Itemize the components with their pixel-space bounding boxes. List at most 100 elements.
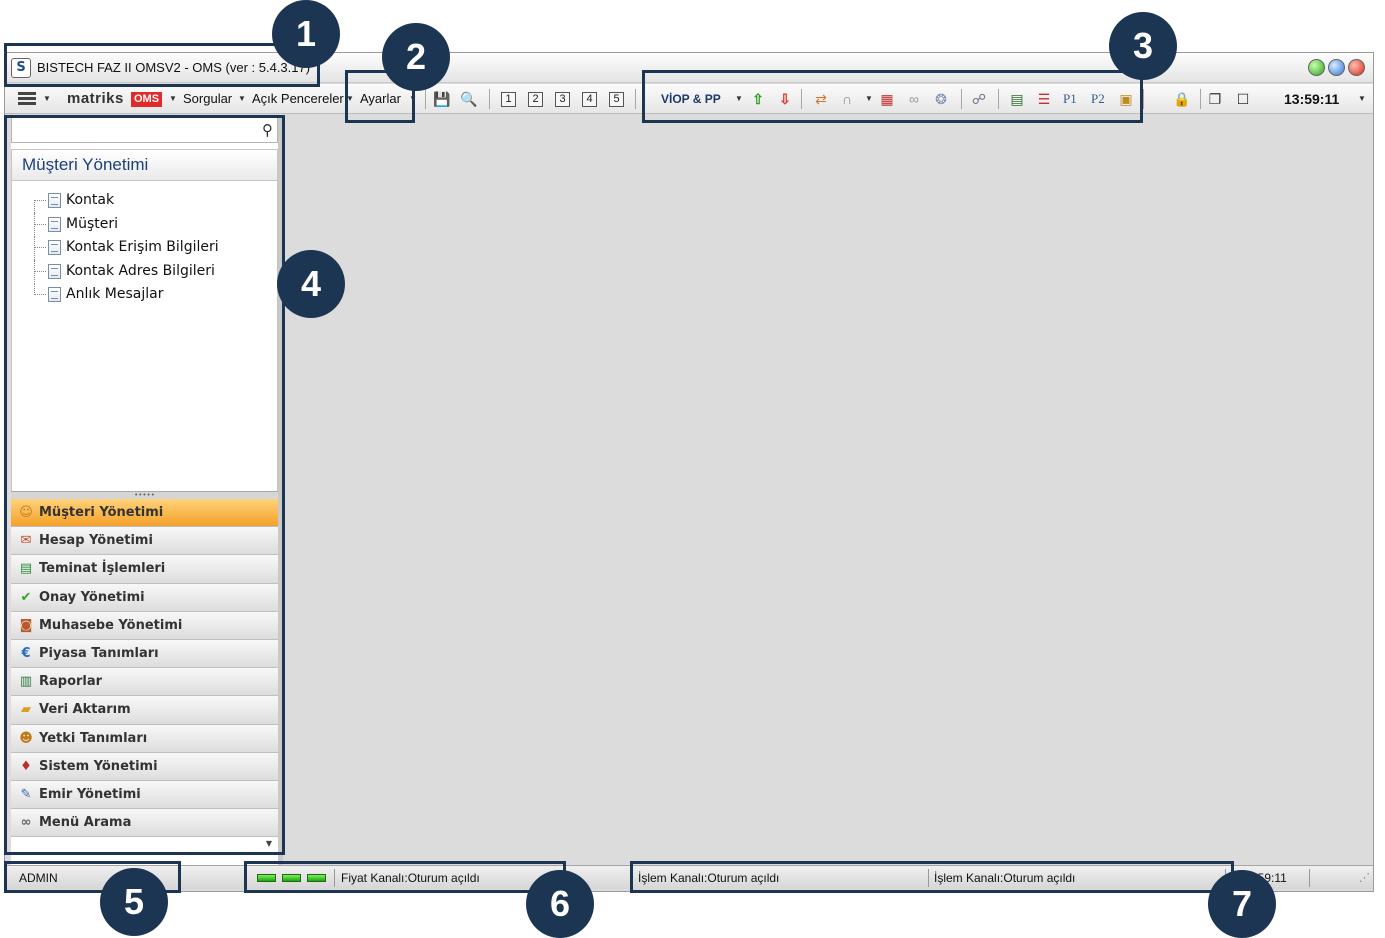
menu-search-input[interactable]: ⚲	[11, 117, 278, 143]
save-icon[interactable]: 💾	[433, 91, 450, 107]
permissions-icon: ☻	[19, 730, 33, 746]
tree-item-label: Kontak Erişim Bilgileri	[66, 239, 219, 255]
main-toolbar: ▼ matriks OMS ▼ Sorgular ▼ Açık Pencerel…	[5, 84, 1373, 114]
search-icon[interactable]: ⚲	[262, 121, 273, 139]
nav-item-label: Emir Yönetimi	[39, 786, 141, 802]
p1-button[interactable]: P1	[1063, 84, 1077, 114]
window-slot-1-button[interactable]: 1	[501, 92, 516, 107]
nav-item-onay-yonetimi[interactable]: ✔ Onay Yönetimi	[11, 583, 278, 612]
status-separator	[631, 869, 632, 887]
account-icon: ✉	[20, 533, 32, 549]
tree-item-label: Anlık Mesajlar	[66, 286, 164, 302]
status-trade-channel-1: İşlem Kanalı:Oturum açıldı	[638, 871, 780, 885]
layout-search-icon[interactable]: 🔍	[460, 91, 477, 107]
resize-grip-icon[interactable]: ⋰	[1359, 872, 1371, 884]
oms-badge: OMS	[131, 92, 163, 107]
nav-item-menu-arama[interactable]: ∞ Menü Arama	[11, 809, 278, 838]
toolbar-separator	[801, 89, 802, 109]
lock-icon[interactable]: 🔒	[1173, 91, 1190, 107]
maximize-button[interactable]	[1308, 59, 1325, 76]
chevron-down-icon[interactable]: ▼	[266, 839, 272, 848]
window-slot-3-button[interactable]: 3	[555, 92, 570, 107]
status-separator	[334, 869, 335, 887]
hamburger-menu-icon[interactable]	[18, 92, 36, 106]
chevron-down-icon[interactable]: ▼	[238, 84, 246, 114]
nav-item-veri-aktarim[interactable]: ▰ Veri Aktarım	[11, 696, 278, 725]
nav-item-label: Onay Yönetimi	[39, 589, 145, 605]
nav-item-raporlar[interactable]: ▥ Raporlar	[11, 668, 278, 697]
toolbar-separator	[635, 89, 636, 109]
tree-item-kontak-erisim-bilgileri[interactable]: Kontak Erişim Bilgileri	[12, 236, 277, 260]
nav-item-teminat-islemleri[interactable]: ▤ Teminat İşlemleri	[11, 555, 278, 584]
nav-item-label: Veri Aktarım	[39, 702, 131, 718]
tree-item-musteri[interactable]: Müşteri	[12, 212, 277, 237]
status-trade-channel-2: İşlem Kanalı:Oturum açıldı	[934, 871, 1076, 885]
chevron-down-icon[interactable]: ▼	[1358, 84, 1366, 114]
app-logo-icon: S	[11, 58, 31, 78]
window-slot-4-button[interactable]: 4	[582, 92, 597, 107]
toolbar-separator	[425, 89, 426, 109]
gear-eye-icon[interactable]: ❂	[933, 91, 949, 107]
application-window: S BISTECH FAZ II OMSV2 - OMS (ver : 5.4.…	[4, 52, 1374, 892]
nav-item-sistem-yonetimi[interactable]: ♦ Sistem Yönetimi	[11, 752, 278, 781]
tree-item-kontak-adres-bilgileri[interactable]: Kontak Adres Bilgileri	[12, 259, 277, 284]
tree-item-kontak[interactable]: Kontak	[12, 189, 277, 213]
magnet-icon[interactable]: ∩	[839, 91, 855, 107]
nav-item-label: Müşteri Yönetimi	[39, 505, 164, 520]
connection-led-icon	[307, 874, 326, 882]
tree-item-label: Müşteri	[66, 215, 118, 232]
viop-pp-menu[interactable]: VİOP & PP	[661, 84, 721, 114]
nav-item-musteri-yonetimi[interactable]: ☺ Müşteri Yönetimi	[11, 499, 278, 528]
menu-ayarlar[interactable]: Ayarlar	[360, 84, 401, 114]
window-single-icon[interactable]: ☐	[1235, 91, 1251, 107]
checklist-icon[interactable]: ☰	[1036, 91, 1052, 107]
price-board-icon[interactable]: ▤	[1009, 91, 1025, 107]
nav-item-yetki-tanimlari[interactable]: ☻ Yetki Tanımları	[11, 724, 278, 753]
panel-splitter[interactable]: •••••	[11, 491, 278, 499]
nav-item-muhasebe-yonetimi[interactable]: ◙ Muhasebe Yönetimi	[11, 611, 278, 640]
folder-icon: ▰	[21, 702, 31, 718]
left-panel-scrollbar[interactable]	[278, 117, 283, 889]
connection-led-icon	[282, 874, 301, 882]
order-edit-icon: ✎	[20, 786, 32, 802]
chevron-down-icon[interactable]: ▼	[346, 84, 354, 114]
callout-number-5: 5	[100, 868, 168, 936]
window-slot-2-button[interactable]: 2	[528, 92, 543, 107]
calendar-clock-icon[interactable]: ▦	[879, 91, 895, 107]
nav-item-hesap-yonetimi[interactable]: ✉ Hesap Yönetimi	[11, 527, 278, 556]
menu-acik-pencereler[interactable]: Açık Pencereler	[252, 84, 344, 114]
nav-item-label: Menü Arama	[39, 815, 132, 831]
swap-arrows-icon[interactable]: ⇄	[813, 91, 829, 107]
users-icon: ☺	[19, 505, 33, 520]
toolbar-separator	[961, 89, 962, 109]
chevron-down-icon[interactable]: ▼	[169, 84, 177, 114]
menu-sorgular[interactable]: Sorgular	[183, 84, 232, 114]
p2-button[interactable]: P2	[1091, 84, 1105, 114]
nav-item-label: Raporlar	[39, 674, 103, 690]
minimize-button[interactable]	[1328, 59, 1345, 76]
toolbar-separator	[489, 89, 490, 109]
snapshot-icon[interactable]: ▣	[1118, 91, 1134, 107]
users-network-icon[interactable]: ☍	[971, 91, 987, 107]
left-navigation-panel: ⚲ Müşteri Yönetimi Kontak Müşteri Kontak…	[11, 117, 278, 889]
matriks-logo[interactable]: matriks	[67, 91, 124, 107]
toolbar-separator	[998, 89, 999, 109]
arrow-up-icon[interactable]: ⇧	[750, 91, 766, 107]
tree-item-anlik-mesajlar[interactable]: Anlık Mesajlar	[12, 283, 277, 307]
nav-item-piyasa-tanimlari[interactable]: € Piyasa Tanımları	[11, 639, 278, 669]
arrow-down-icon[interactable]: ⇩	[777, 91, 793, 107]
status-separator	[928, 869, 929, 887]
close-button[interactable]	[1348, 59, 1365, 76]
link-icon[interactable]: ∞	[906, 91, 922, 107]
accounting-icon: ◙	[19, 617, 33, 633]
checkmark-icon: ✔	[20, 589, 32, 605]
chevron-down-icon[interactable]: ▼	[735, 84, 743, 114]
chevron-down-icon[interactable]: ▼	[865, 84, 873, 114]
tree-item-label: Kontak	[66, 192, 115, 208]
window-slot-5-button[interactable]: 5	[609, 92, 624, 107]
status-user: ADMIN	[19, 871, 58, 885]
chevron-down-icon[interactable]: ▼	[43, 84, 51, 114]
nav-item-emir-yonetimi[interactable]: ✎ Emir Yönetimi	[11, 780, 278, 810]
callout-number-6: 6	[526, 870, 594, 938]
window-restore-icon[interactable]: ❐	[1207, 91, 1223, 107]
